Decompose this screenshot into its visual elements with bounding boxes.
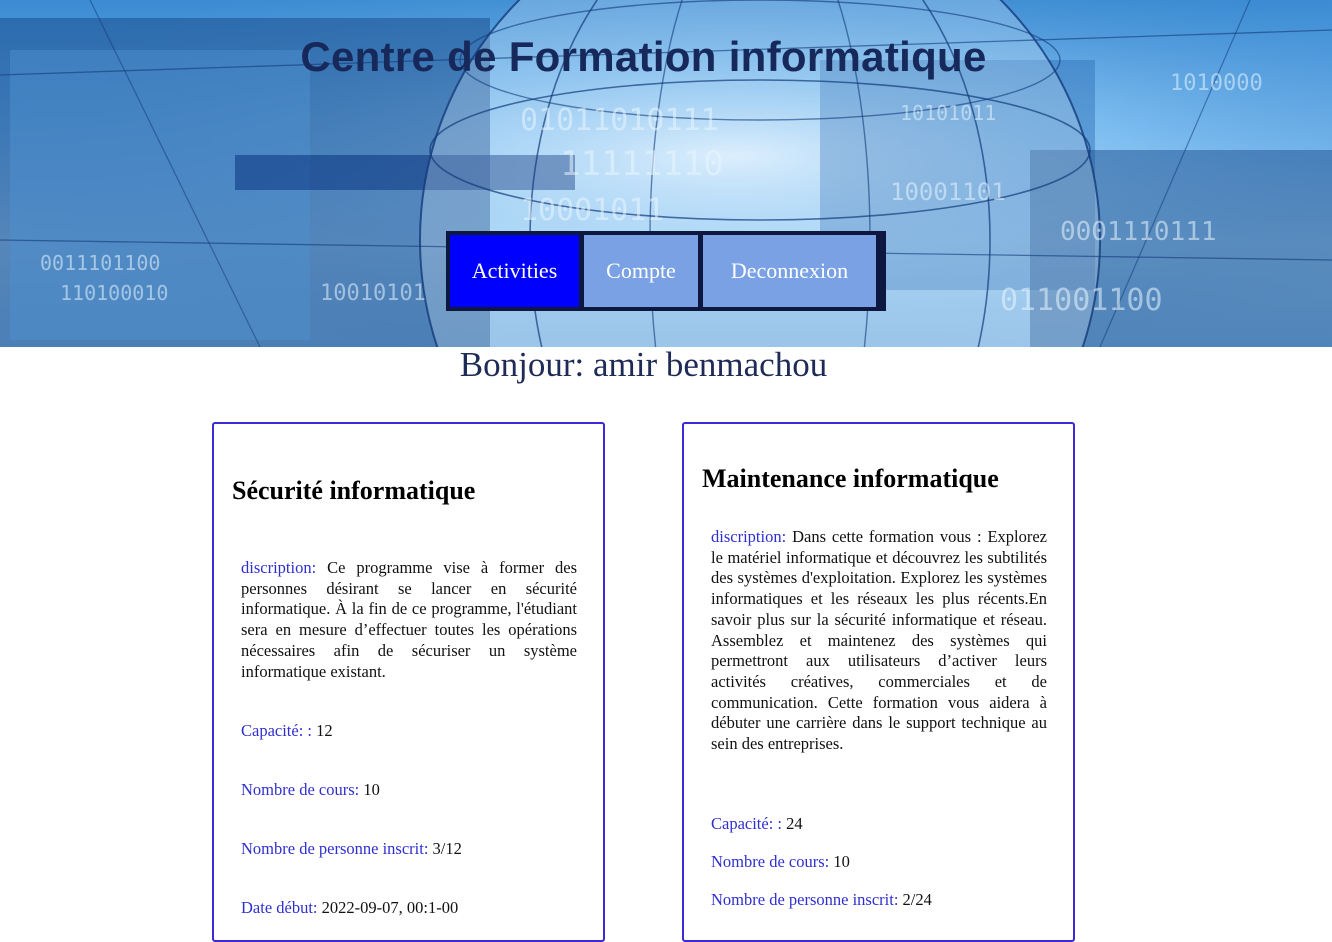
enrolled-field: Nombre de personne inscrit: 3/12 (241, 839, 462, 859)
enrolled-value: 2/24 (902, 890, 932, 909)
formation-description: discription: Ce programme vise à former … (241, 558, 577, 682)
nav-compte[interactable]: Compte (584, 235, 698, 307)
svg-text:10001101: 10001101 (890, 178, 1006, 206)
hero-banner: 01011010111 11111110 10001011 10001101 0… (0, 0, 1332, 347)
courses-value: 10 (833, 852, 850, 871)
formation-title: Maintenance informatique (702, 464, 999, 493)
enrolled-label: Nombre de personne inscrit: (711, 890, 899, 909)
svg-text:011001100: 011001100 (1000, 283, 1163, 318)
formation-card: Sécurité informatique discription: Ce pr… (212, 422, 605, 942)
nav-activities[interactable]: Activities (450, 235, 579, 307)
capacity-field: Capacité: : 24 (711, 814, 803, 834)
svg-text:0001110111: 0001110111 (1060, 217, 1217, 247)
capacity-label: Capacité: : (711, 814, 783, 833)
enrolled-field: Nombre de personne inscrit: 2/24 (711, 890, 932, 910)
capacity-label: Capacité: : (241, 721, 313, 740)
enrolled-value: 3/12 (432, 839, 462, 858)
description-label: discription: (711, 527, 787, 546)
start-date-value: 2022-09-07, 00:1-00 (321, 898, 459, 917)
svg-text:0011101100: 0011101100 (40, 251, 160, 275)
svg-text:10010101: 10010101 (320, 281, 426, 306)
greeting: Bonjour: amir benmachou (459, 345, 828, 384)
formation-card: Maintenance informatique discription: Da… (682, 422, 1075, 942)
courses-value: 10 (363, 780, 380, 799)
description-text: Dans cette formation vous : Explorez le … (711, 527, 1047, 754)
svg-text:10001011: 10001011 (520, 193, 665, 228)
courses-field: Nombre de cours: 10 (241, 780, 380, 800)
capacity-value: 12 (316, 721, 333, 740)
start-date-label: Date début: (241, 898, 318, 917)
courses-label: Nombre de cours: (241, 780, 360, 799)
enrolled-label: Nombre de personne inscrit: (241, 839, 429, 858)
courses-label: Nombre de cours: (711, 852, 830, 871)
svg-text:110100010: 110100010 (60, 281, 168, 305)
courses-field: Nombre de cours: 10 (711, 852, 850, 872)
nav-deconnexion[interactable]: Deconnexion (703, 235, 876, 307)
svg-text:01011010111: 01011010111 (520, 103, 719, 138)
capacity-field: Capacité: : 12 (241, 721, 333, 741)
svg-text:11111110: 11111110 (560, 144, 724, 184)
formation-description: discription: Dans cette formation vous :… (711, 527, 1047, 755)
description-label: discription: (241, 558, 317, 577)
capacity-value: 24 (786, 814, 803, 833)
formation-title: Sécurité informatique (232, 476, 476, 505)
svg-text:10101011: 10101011 (900, 101, 996, 125)
main-navigation: Activities Compte Deconnexion (446, 231, 886, 311)
start-date-field: Date début: 2022-09-07, 00:1-00 (241, 898, 458, 918)
site-title: Centre de Formation informatique (300, 33, 987, 80)
